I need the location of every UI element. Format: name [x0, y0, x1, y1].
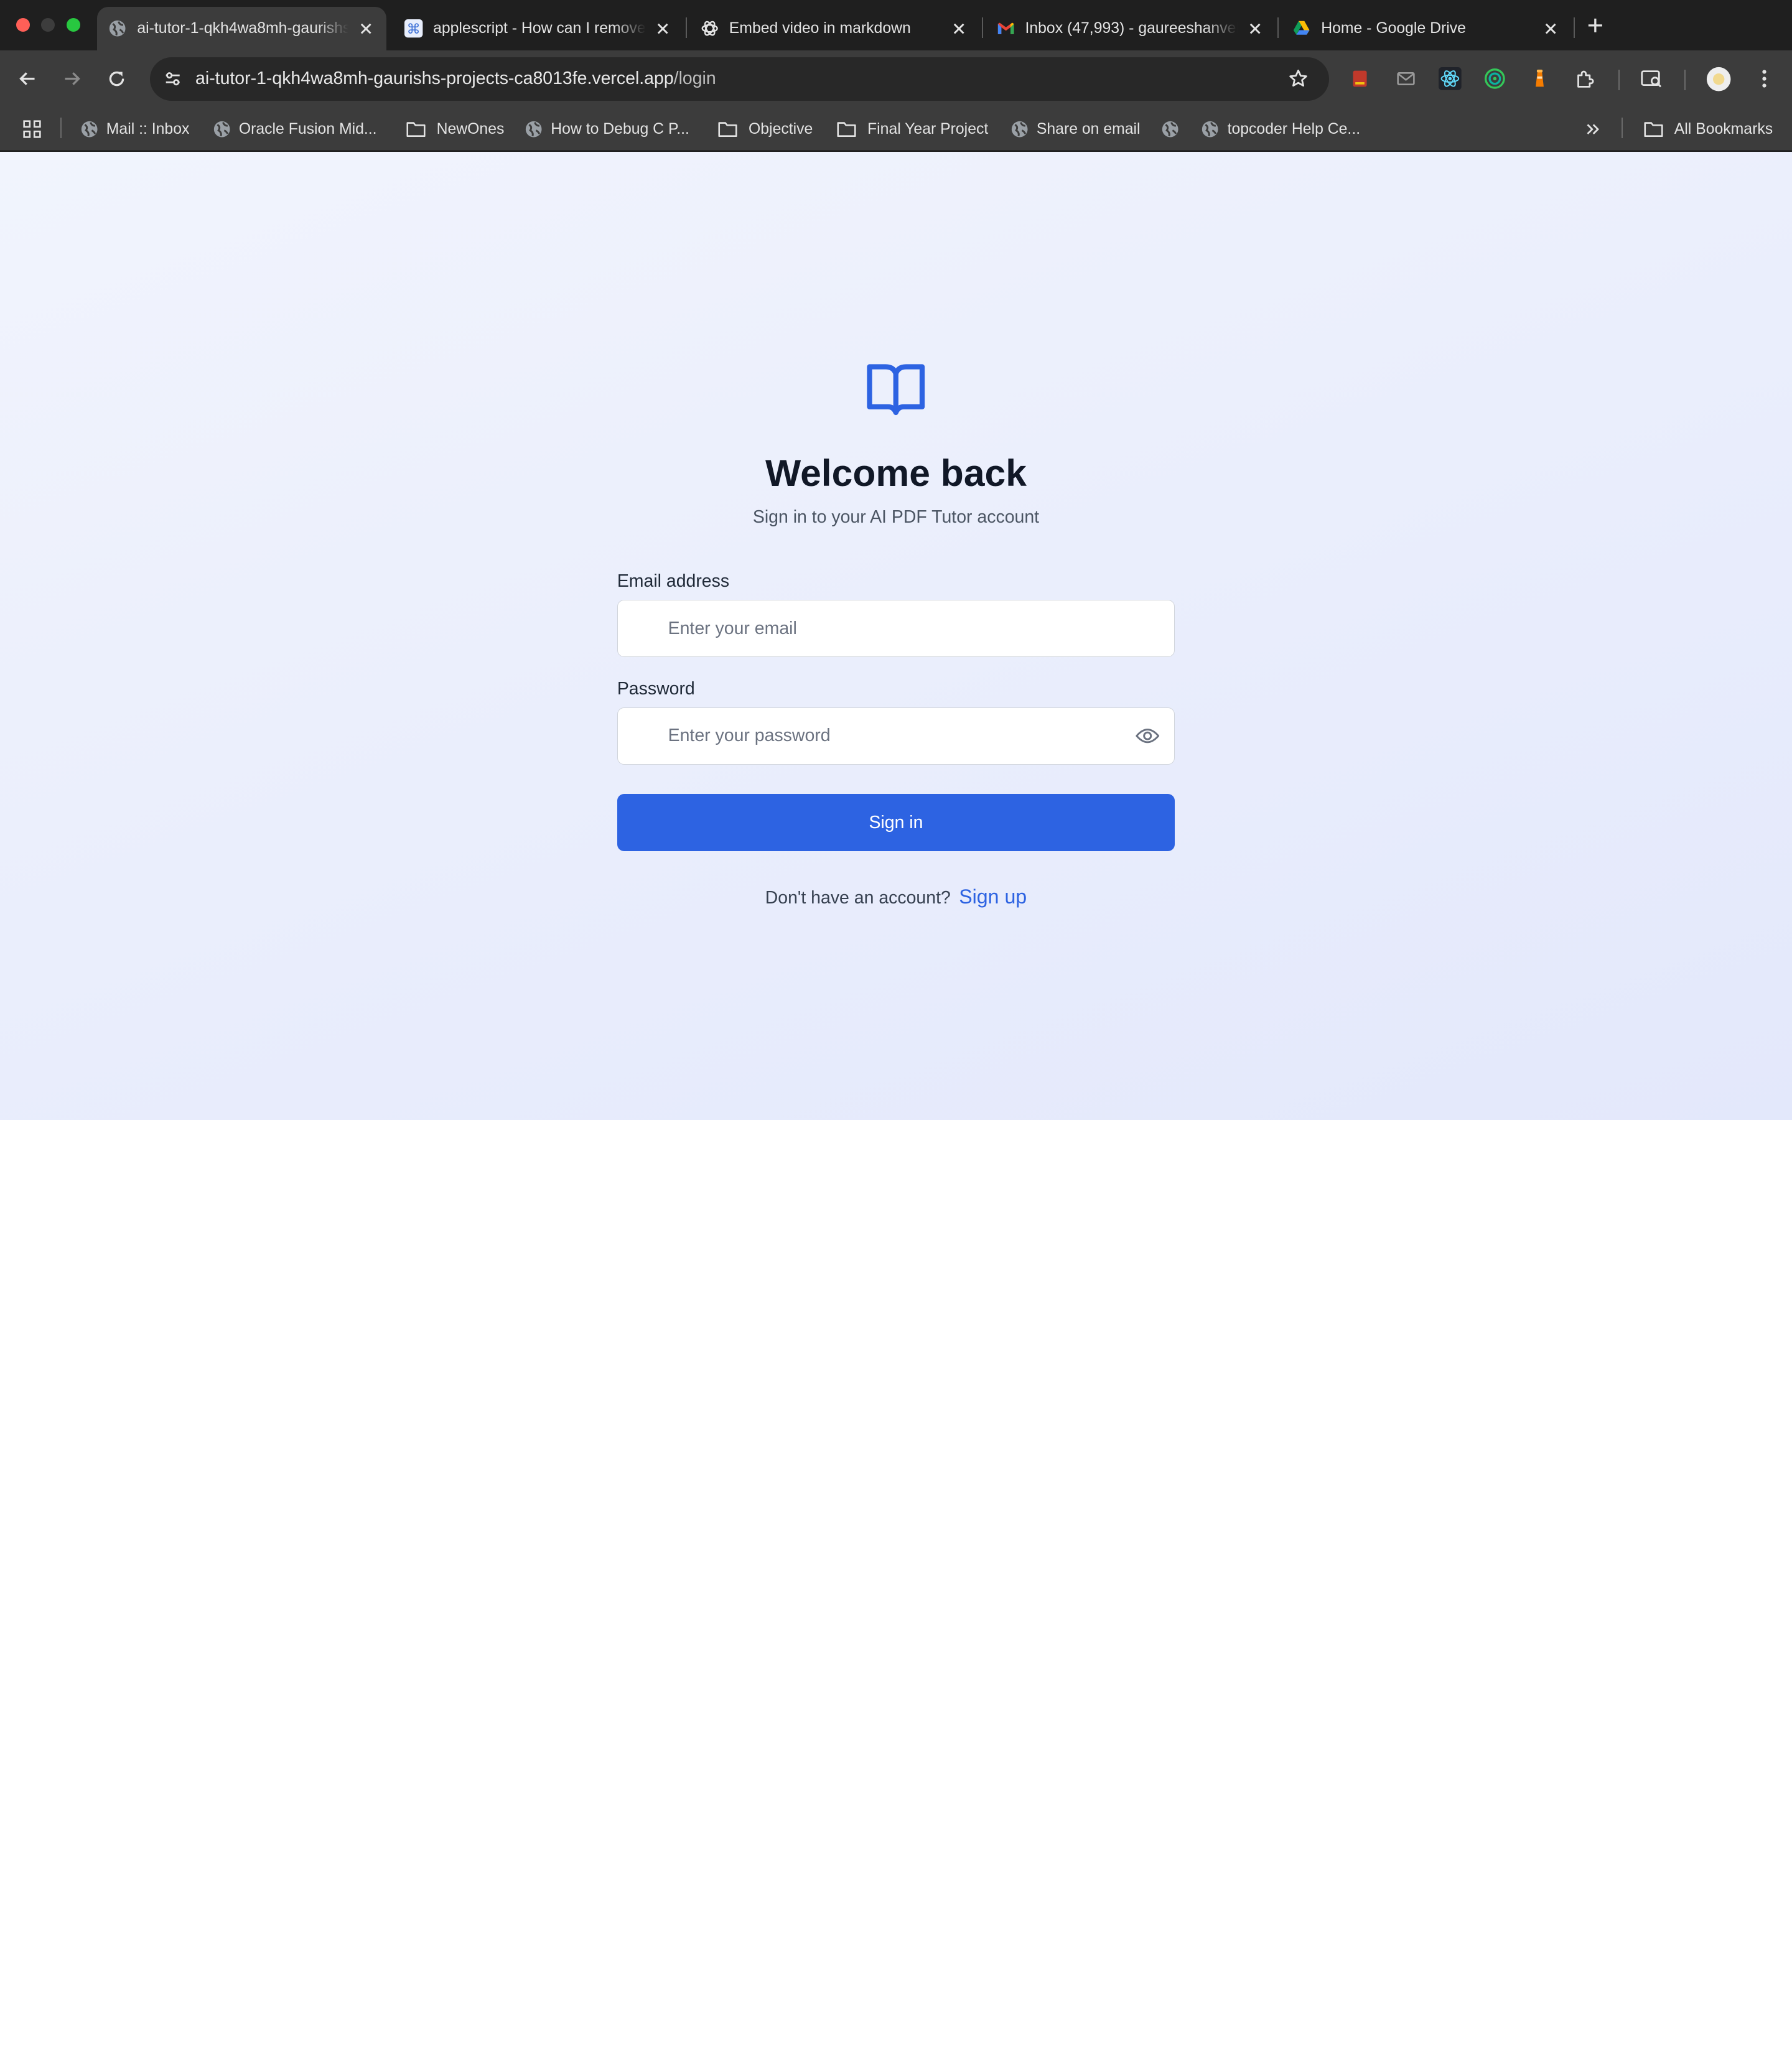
sign-in-button[interactable]: Sign in — [617, 794, 1175, 852]
globe-icon — [1161, 120, 1179, 138]
new-tab-button[interactable] — [1582, 11, 1609, 39]
password-field[interactable] — [617, 707, 1175, 765]
reload-icon — [109, 72, 124, 86]
bookmarks-separator — [60, 118, 62, 139]
bookmark-star-button[interactable] — [1286, 67, 1310, 91]
site-info-button[interactable] — [159, 65, 186, 93]
tab-separator — [981, 17, 983, 38]
forward-button[interactable] — [58, 65, 86, 93]
email-field[interactable] — [617, 600, 1175, 658]
menu-kebab-icon[interactable] — [1752, 67, 1777, 91]
tab-embed-video[interactable]: Embed video in markdown — [689, 7, 980, 50]
bookmarks-separator — [1622, 118, 1623, 139]
url-path: /login — [673, 68, 716, 89]
close-icon[interactable] — [1244, 18, 1265, 39]
apps-grid-icon[interactable] — [22, 116, 42, 141]
browser-toolbar: ai-tutor-1-qkh4wa8mh-gaurishs-projects-c… — [0, 50, 1792, 108]
extension-pdf-icon[interactable] — [1347, 67, 1372, 91]
globe-icon — [213, 120, 231, 138]
close-icon[interactable] — [653, 18, 673, 39]
bookmark-folder-objective[interactable]: Objective — [717, 116, 813, 141]
globe-icon — [1201, 120, 1219, 138]
all-bookmarks-button[interactable]: All Bookmarks — [1643, 116, 1773, 141]
password-label: Password — [617, 678, 695, 699]
toolbar-separator — [1684, 70, 1686, 91]
close-icon[interactable] — [355, 18, 376, 39]
address-bar[interactable]: ai-tutor-1-qkh4wa8mh-gaurishs-projects-c… — [149, 57, 1330, 101]
tab-separator — [1277, 17, 1279, 38]
extension-mail-icon[interactable] — [1393, 67, 1418, 91]
globe-icon — [525, 120, 543, 138]
signup-prompt-text: Don't have an account? — [765, 888, 951, 908]
url-host: ai-tutor-1-qkh4wa8mh-gaurishs-projects-c… — [195, 68, 674, 89]
browser-window: ai-tutor-1-qkh4wa8mh-gaurishs-projects-c… — [0, 0, 1792, 1120]
back-button[interactable] — [14, 65, 41, 93]
signup-prompt-row: Don't have an account? Sign up — [0, 885, 1792, 908]
bookmark-folder-newones[interactable]: NewOnes — [406, 116, 504, 141]
tab-search-icon[interactable] — [1639, 67, 1664, 91]
tab-google-drive[interactable]: Home - Google Drive — [1281, 7, 1572, 50]
bookmark-debug-c[interactable]: How to Debug C P... — [525, 116, 689, 141]
tune-icon — [166, 72, 180, 86]
extension-target-icon[interactable] — [1482, 67, 1507, 91]
svg-text:⌘: ⌘ — [407, 22, 421, 37]
gmail-icon — [997, 19, 1015, 37]
bookmark-share-on-email[interactable]: Share on email — [1010, 116, 1141, 141]
extension-lighthouse-icon[interactable] — [1527, 67, 1552, 91]
tab-applescript[interactable]: ⌘ applescript - How can I remove — [393, 7, 684, 50]
reload-button[interactable] — [103, 65, 130, 93]
star-icon — [1289, 70, 1307, 87]
folder-icon — [406, 120, 426, 138]
login-page: Welcome back Sign in to your AI PDF Tuto… — [0, 152, 1792, 1120]
page-subtitle: Sign in to your AI PDF Tutor account — [752, 507, 1040, 528]
command-key-icon: ⌘ — [404, 19, 423, 38]
tab-separator — [1574, 17, 1575, 38]
plus-icon — [1589, 18, 1603, 32]
url-text[interactable]: ai-tutor-1-qkh4wa8mh-gaurishs-projects-c… — [195, 68, 716, 89]
close-window-button[interactable] — [16, 18, 30, 32]
extensions-puzzle-icon[interactable] — [1572, 67, 1597, 91]
folder-icon — [717, 120, 738, 138]
maximize-window-button[interactable] — [66, 18, 80, 32]
bookmark-oracle-fusion[interactable]: Oracle Fusion Mid... — [213, 116, 377, 141]
open-book-icon — [867, 364, 925, 416]
folder-icon — [1643, 120, 1664, 138]
show-password-eye-icon[interactable] — [1134, 722, 1161, 750]
bookmark-folder-final-year-project[interactable]: Final Year Project — [836, 116, 988, 141]
minimize-window-button[interactable] — [41, 18, 55, 32]
toolbar-separator — [1618, 70, 1620, 91]
close-icon[interactable] — [1541, 18, 1561, 39]
page-title: Welcome back — [765, 452, 1027, 495]
tab-ai-tutor[interactable]: ai-tutor-1-qkh4wa8mh-gaurishs-projects-c… — [97, 7, 386, 50]
close-icon[interactable] — [948, 18, 969, 39]
bookmark-topcoder-help[interactable]: topcoder Help Ce... — [1201, 116, 1360, 141]
bookmark-mail-inbox[interactable]: Mail :: Inbox — [80, 116, 189, 141]
tab-strip: ai-tutor-1-qkh4wa8mh-gaurishs-projects-c… — [0, 0, 1792, 50]
arrow-left-icon — [19, 72, 35, 86]
globe-icon — [80, 120, 98, 138]
tab-separator — [686, 17, 687, 38]
email-label: Email address — [617, 571, 730, 592]
bookmark-unnamed[interactable] — [1161, 116, 1187, 141]
extension-react-devtools-icon[interactable] — [1438, 67, 1463, 91]
globe-icon — [1010, 120, 1029, 138]
tab-gmail-inbox[interactable]: Inbox (47,993) - gaureeshanvekar — [985, 7, 1276, 50]
google-drive-icon — [1292, 19, 1310, 37]
arrow-right-icon — [65, 72, 81, 86]
folder-icon — [836, 120, 857, 138]
bookmarks-overflow-chevron-icon[interactable] — [1584, 116, 1602, 141]
profile-avatar[interactable] — [1706, 67, 1731, 91]
sign-up-link[interactable]: Sign up — [959, 885, 1027, 908]
chatgpt-icon — [701, 19, 719, 37]
globe-icon — [108, 19, 126, 37]
